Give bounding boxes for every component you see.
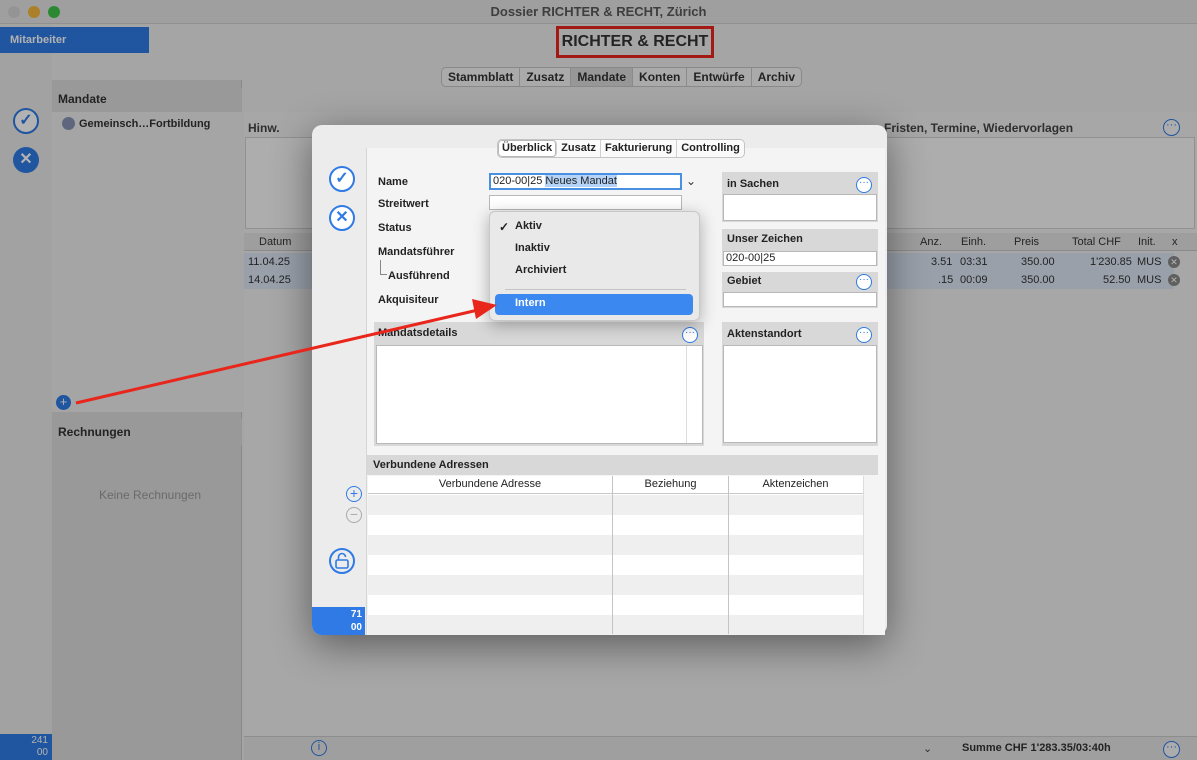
- textarea-scrollbar: [686, 346, 687, 443]
- akquisiteur-label: Akquisiteur: [378, 294, 439, 306]
- aktenstandort-more-icon[interactable]: ···: [856, 327, 872, 343]
- col-aktenzeichen[interactable]: Aktenzeichen: [729, 478, 862, 490]
- sheet-counter: 71 00: [312, 607, 365, 635]
- add-address-icon[interactable]: +: [346, 486, 362, 502]
- menu-item-inaktiv[interactable]: Inaktiv: [515, 242, 550, 254]
- in-sachen-more-icon[interactable]: ···: [856, 177, 872, 193]
- gebiet-field[interactable]: [723, 292, 877, 307]
- verbundene-scrollbar[interactable]: [863, 476, 878, 634]
- tab-controlling[interactable]: Controlling: [677, 140, 744, 157]
- menu-item-intern[interactable]: Intern: [515, 297, 546, 309]
- table-row[interactable]: [368, 575, 863, 595]
- chevron-down-icon[interactable]: ⌄: [686, 174, 696, 188]
- mandatsdetails-textarea[interactable]: [376, 345, 703, 444]
- col-verbundene-adresse[interactable]: Verbundene Adresse: [368, 478, 612, 490]
- aktenstandort-textarea[interactable]: [723, 345, 877, 443]
- in-sachen-label: in Sachen: [727, 178, 779, 190]
- status-label: Status: [378, 222, 412, 234]
- name-selected-text: Neues Mandat: [545, 175, 617, 187]
- checkmark-icon: ✓: [499, 220, 510, 234]
- sheet-counter-top: 71: [350, 609, 362, 620]
- sheet-counter-bottom: 00: [350, 622, 362, 633]
- gebiet-more-icon[interactable]: ···: [856, 274, 872, 290]
- lock-icon[interactable]: [329, 548, 355, 574]
- tab-zusatz[interactable]: Zusatz: [557, 140, 601, 157]
- aktenstandort-label: Aktenstandort: [727, 328, 802, 340]
- menu-item-aktiv[interactable]: Aktiv: [515, 220, 542, 232]
- in-sachen-field[interactable]: [723, 194, 877, 221]
- table-row[interactable]: [368, 535, 863, 555]
- sheet-tab-bar: Überblick Zusatz Fakturierung Controllin…: [497, 139, 745, 158]
- col-beziehung[interactable]: Beziehung: [613, 478, 728, 490]
- mandatsdetails-label: Mandatsdetails: [378, 327, 458, 339]
- unser-zeichen-label: Unser Zeichen: [727, 233, 803, 245]
- streitwert-label: Streitwert: [378, 198, 429, 210]
- name-label: Name: [378, 176, 408, 188]
- gebiet-label: Gebiet: [727, 275, 762, 287]
- column-divider: [728, 476, 729, 634]
- remove-address-icon[interactable]: −: [346, 507, 362, 523]
- sheet-cancel-icon[interactable]: ✕: [329, 205, 355, 231]
- ausfuehrend-label: Ausführend: [388, 270, 450, 282]
- mandatsdetails-more-icon[interactable]: ···: [682, 327, 698, 343]
- name-prefix: 020-00|25: [493, 175, 543, 187]
- tab-fakturierung[interactable]: Fakturierung: [601, 140, 678, 157]
- tree-connector: [380, 260, 387, 275]
- sheet-confirm-icon[interactable]: ✓: [329, 166, 355, 192]
- table-row[interactable]: [368, 615, 863, 635]
- tab-ueberblick[interactable]: Überblick: [498, 140, 558, 157]
- table-row[interactable]: [368, 495, 863, 515]
- menu-item-archiviert[interactable]: Archiviert: [515, 264, 566, 276]
- mandatsfuehrer-label: Mandatsführer: [378, 246, 455, 258]
- verbundene-adressen-header: Verbundene Adressen: [367, 455, 878, 475]
- name-field[interactable]: 020-00|25 Neues Mandat: [489, 173, 682, 190]
- unser-zeichen-field[interactable]: 020-00|25: [723, 251, 877, 266]
- menu-separator: [505, 289, 686, 290]
- column-divider: [612, 476, 613, 634]
- streitwert-field[interactable]: [489, 195, 682, 210]
